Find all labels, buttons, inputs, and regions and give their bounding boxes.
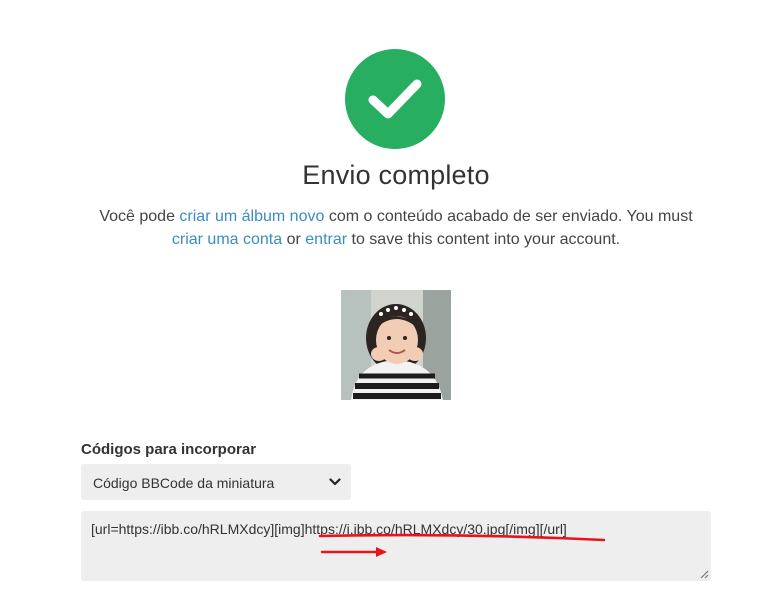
page-title: Envio completo bbox=[302, 160, 490, 190]
upload-complete-page: Envio completo Você pode criar um álbum … bbox=[0, 0, 762, 601]
embed-code-type-select[interactable]: Código BBCode da miniatura bbox=[81, 464, 351, 500]
message-text-1: Você pode bbox=[99, 208, 180, 225]
login-link[interactable]: entrar bbox=[305, 231, 347, 248]
create-account-link[interactable]: criar uma conta bbox=[172, 231, 282, 248]
check-icon bbox=[368, 79, 422, 119]
embed-code-textarea[interactable]: [url=https://ibb.co/hRLMXdcy][img]https:… bbox=[81, 511, 711, 581]
resize-grip-icon[interactable] bbox=[699, 569, 709, 579]
child-photo-image bbox=[341, 290, 451, 400]
embed-code-type-value: Código BBCode da miniatura bbox=[93, 475, 275, 491]
message-text-3: or bbox=[282, 231, 306, 248]
success-badge bbox=[345, 49, 445, 149]
upload-message: Você pode criar um álbum novo com o cont… bbox=[60, 205, 732, 251]
embed-codes-label: Códigos para incorporar bbox=[81, 441, 257, 458]
chevron-down-icon bbox=[329, 478, 341, 486]
create-album-link[interactable]: criar um álbum novo bbox=[179, 208, 324, 225]
embed-code-text: [url=https://ibb.co/hRLMXdcy][img]https:… bbox=[91, 521, 567, 537]
message-text-2: com o conteúdo acabado de ser enviado. Y… bbox=[324, 208, 693, 225]
uploaded-image-thumbnail[interactable] bbox=[341, 290, 451, 400]
message-text-4: to save this content into your account. bbox=[347, 231, 621, 248]
